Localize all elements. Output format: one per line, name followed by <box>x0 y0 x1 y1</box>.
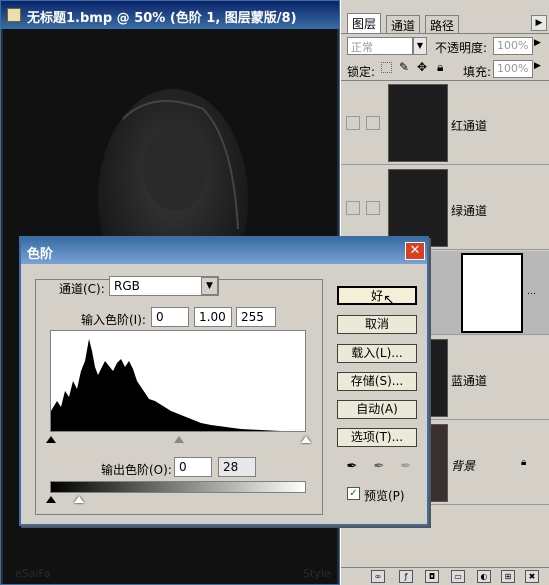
new-group-icon[interactable]: ▭ <box>451 570 465 583</box>
fill-label: 填充: <box>463 65 492 79</box>
opacity-input[interactable]: 100% <box>493 37 533 55</box>
close-icon[interactable]: ✕ <box>405 242 425 260</box>
output-white-field[interactable]: 28 <box>218 457 256 477</box>
gray-eyedropper-icon[interactable]: ✒ <box>371 459 387 475</box>
lock-move-icon[interactable]: ✥ <box>417 60 427 74</box>
output-levels-label: 输出色阶(O): <box>101 463 172 477</box>
black-eyedropper-icon[interactable]: ✒ <box>344 459 360 475</box>
preview-checkbox[interactable]: ✓ <box>347 487 360 500</box>
lock-label: 锁定: <box>347 65 376 79</box>
trash-icon[interactable]: ✖ <box>525 570 539 583</box>
options-button[interactable]: 选项(T)... <box>337 428 417 447</box>
output-black-slider[interactable] <box>46 496 56 503</box>
watermark-right: Style <box>303 567 331 580</box>
lock-transparent-icon[interactable] <box>381 62 392 73</box>
histogram-graph <box>51 339 281 431</box>
layer-name: 绿通道 <box>451 204 488 218</box>
auto-button[interactable]: 自动(A) <box>337 400 417 419</box>
add-mask-icon[interactable]: ◘ <box>425 570 439 583</box>
fill-arrow-icon[interactable]: ▶ <box>534 61 541 71</box>
opacity-label: 不透明度: <box>435 41 488 55</box>
save-button[interactable]: 存储(S)... <box>337 372 417 391</box>
layer-name: 背景 <box>451 459 476 473</box>
opacity-arrow-icon[interactable]: ▶ <box>534 38 541 48</box>
layer-mask-thumbnail[interactable] <box>461 253 523 333</box>
chevron-down-icon[interactable]: ▼ <box>201 277 218 295</box>
chevron-down-icon[interactable]: ▼ <box>413 37 427 55</box>
lock-icon: 🔒︎ <box>521 457 527 468</box>
document-title[interactable]: 无标题1.bmp @ 50% (色阶 1, 图层蒙版/8) <box>1 1 339 29</box>
load-button[interactable]: 载入(L)... <box>337 344 417 363</box>
tab-divider <box>341 33 549 34</box>
link-toggle[interactable] <box>366 116 380 130</box>
dialog-title[interactable]: 色阶 <box>21 238 427 264</box>
input-white-slider[interactable] <box>301 436 311 443</box>
adjustment-layer-icon[interactable]: ◐ <box>477 570 491 583</box>
layer-row[interactable]: 红通道 <box>341 81 549 165</box>
layer-name: … <box>527 287 536 297</box>
input-levels-label: 输入色阶(I): <box>81 313 146 327</box>
document-icon <box>7 8 21 22</box>
input-gamma-slider[interactable] <box>174 436 184 443</box>
white-eyedropper-icon[interactable]: ✒ <box>398 459 414 475</box>
output-gradient <box>50 481 306 493</box>
output-black-field[interactable]: 0 <box>174 457 212 477</box>
output-white-slider[interactable] <box>74 496 84 503</box>
watermark-left: eSaiFa <box>15 567 51 580</box>
layer-thumbnail <box>388 84 448 162</box>
lock-paint-icon[interactable]: ✎ <box>399 60 409 74</box>
levels-dialog: 色阶 ✕ 通道(C): RGB ▼ 输入色阶(I): 0 1.00 255 输出… <box>19 236 429 526</box>
preview-label: 预览(P) <box>364 489 405 503</box>
ok-button[interactable]: 好 <box>337 286 417 305</box>
tab-paths[interactable]: 路径 <box>425 15 460 33</box>
layer-name: 蓝通道 <box>451 374 488 388</box>
layer-style-icon[interactable]: ƒ <box>399 570 413 583</box>
link-toggle[interactable] <box>366 201 380 215</box>
panel-bottom-bar: ∞ ƒ ◘ ▭ ◐ ⊞ ✖ <box>341 567 549 585</box>
lock-all-icon[interactable]: 🔒︎ <box>437 60 443 75</box>
blend-mode-select[interactable]: 正常 <box>347 37 413 55</box>
link-layers-icon[interactable]: ∞ <box>371 570 385 583</box>
new-layer-icon[interactable]: ⊞ <box>501 570 515 583</box>
input-gamma-field[interactable]: 1.00 <box>194 307 232 327</box>
fill-input[interactable]: 100% <box>493 60 533 78</box>
tab-channels[interactable]: 通道 <box>386 15 421 33</box>
visibility-toggle[interactable] <box>346 116 360 130</box>
cursor-arrow-icon: ↖ <box>383 292 395 308</box>
input-black-slider[interactable] <box>46 436 56 443</box>
input-black-field[interactable]: 0 <box>151 307 189 327</box>
histogram <box>50 330 306 432</box>
cancel-button[interactable]: 取消 <box>337 315 417 334</box>
channel-label: 通道(C): <box>59 282 105 296</box>
input-white-field[interactable]: 255 <box>236 307 276 327</box>
layer-name: 红通道 <box>451 119 488 133</box>
panel-menu-icon[interactable]: ▶ <box>531 15 547 31</box>
visibility-toggle[interactable] <box>346 201 360 215</box>
tab-layers[interactable]: 图层 <box>347 13 382 33</box>
